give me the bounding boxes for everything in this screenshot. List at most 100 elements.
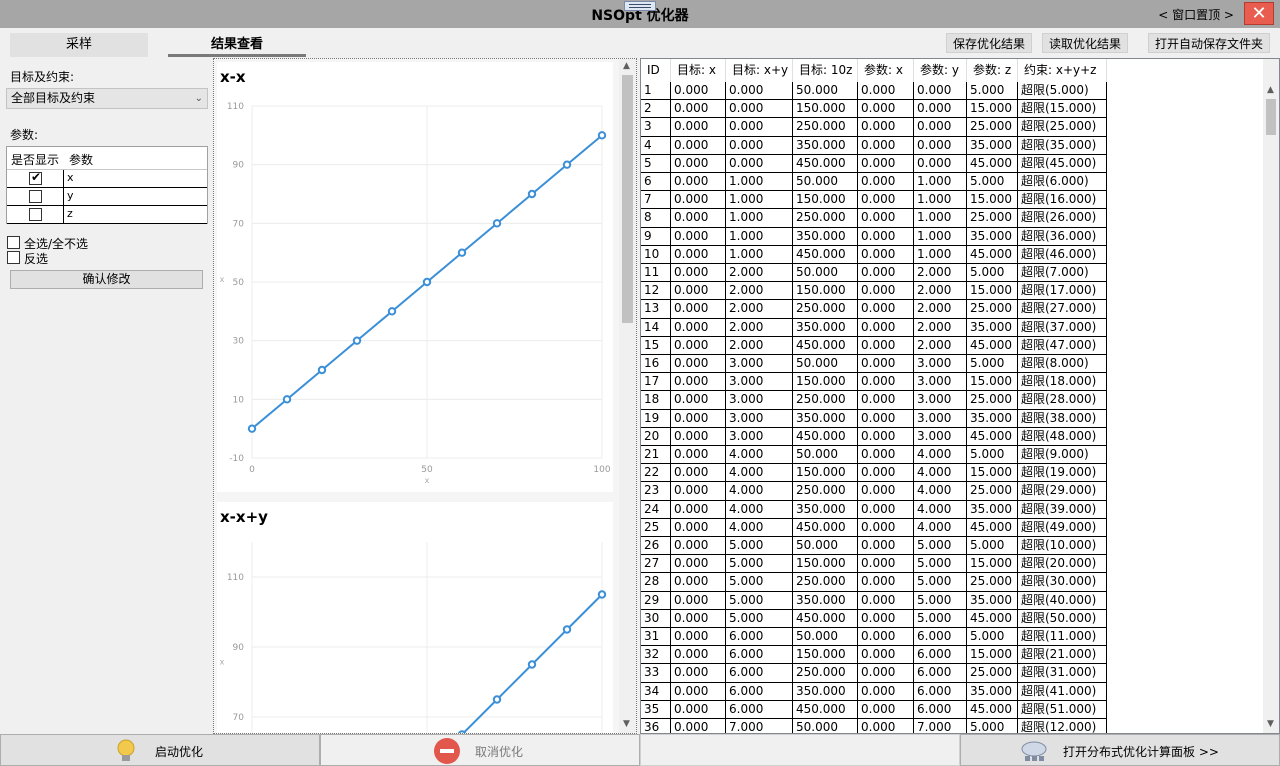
table-cell: 0.000: [671, 100, 726, 119]
table-cell: 250.000: [793, 664, 858, 683]
charts-scrollbar[interactable]: ▲ ▼: [619, 59, 636, 733]
table-row[interactable]: 24 0.000 4.000 350.000 0.000 4.000 35.000 超限(39…: [641, 500, 1107, 519]
table-cell: 0.000: [671, 264, 726, 283]
start-optimization-button[interactable]: 启动优化: [0, 734, 320, 766]
table-row[interactable]: 15 0.000 2.000 450.000 0.000 2.000 45.000 超限(47…: [641, 336, 1107, 355]
charts-scrollbar-thumb[interactable]: [622, 75, 633, 323]
data-point: [492, 219, 502, 228]
table-row[interactable]: 14 0.000 2.000 350.000 0.000 2.000 35.000 超限(37…: [641, 318, 1107, 337]
scroll-up-icon[interactable]: ▲: [623, 61, 630, 71]
bottom-spacer: [640, 734, 960, 766]
save-results-button[interactable]: 保存优化结果: [946, 33, 1033, 53]
plot-area: [458, 590, 607, 733]
table-row[interactable]: 31 0.000 6.000 50.000 0.000 6.000 5.000 超限(11.0…: [641, 628, 1107, 647]
table-scrollbar[interactable]: ▲ ▼: [1263, 59, 1279, 733]
table-scrollbar-thumb[interactable]: [1266, 99, 1276, 135]
table-row[interactable]: 30 0.000 5.000 450.000 0.000 5.000 45.000 超限(50…: [641, 609, 1107, 628]
param-row-x[interactable]: x: [7, 170, 207, 188]
objectives-select-value: 全部目标及约束: [11, 91, 96, 105]
column-header[interactable]: 目标: 10z: [793, 59, 858, 82]
table-cell: 250.000: [793, 573, 858, 592]
table-row[interactable]: 4 0.000 0.000 350.000 0.000 0.000 35.000 超限(35.…: [641, 136, 1107, 155]
table-row[interactable]: 34 0.000 6.000 350.000 0.000 6.000 35.000 超限(41…: [641, 682, 1107, 701]
tab-sampling[interactable]: 采样: [10, 33, 148, 57]
table-cell: 31: [641, 628, 671, 647]
table-cell: 超限(31.000): [1018, 664, 1107, 683]
table-cell: 0.000: [858, 355, 914, 374]
table-row[interactable]: 35 0.000 6.000 450.000 0.000 6.000 45.000 超限(51…: [641, 700, 1107, 719]
table-row[interactable]: 5 0.000 0.000 450.000 0.000 0.000 45.000 超限(45.…: [641, 154, 1107, 173]
scroll-up-icon[interactable]: ▲: [1267, 85, 1274, 95]
table-cell: 9: [641, 227, 671, 246]
cancel-optimization-button[interactable]: 取消优化: [320, 734, 640, 766]
table-row[interactable]: 11 0.000 2.000 50.000 0.000 2.000 5.000 超限(7.00…: [641, 264, 1107, 283]
table-cell: 0.000: [671, 282, 726, 301]
table-cell: 6.000: [914, 664, 967, 683]
objectives-select[interactable]: 全部目标及约束 ⌄: [6, 88, 208, 109]
param-y-checkbox[interactable]: [29, 190, 42, 203]
distributed-panel-button[interactable]: 打开分布式优化计算面板 >>: [960, 734, 1280, 766]
column-header[interactable]: 目标: x: [671, 59, 726, 82]
table-row[interactable]: 8 0.000 1.000 250.000 0.000 1.000 25.000 超限(26.…: [641, 209, 1107, 228]
table-row[interactable]: 9 0.000 1.000 350.000 0.000 1.000 35.000 超限(36.…: [641, 227, 1107, 246]
table-cell: 0.000: [671, 591, 726, 610]
table-row[interactable]: 25 0.000 4.000 450.000 0.000 4.000 45.000 超限(49…: [641, 518, 1107, 537]
table-row[interactable]: 10 0.000 1.000 450.000 0.000 1.000 45.000 超限(46…: [641, 245, 1107, 264]
table-cell: 250.000: [793, 391, 858, 410]
table-row[interactable]: 19 0.000 3.000 350.000 0.000 3.000 35.000 超限(38…: [641, 409, 1107, 428]
confirm-changes-button[interactable]: 确认修改: [10, 270, 203, 289]
load-results-button[interactable]: 读取优化结果: [1042, 33, 1129, 53]
table-row[interactable]: 26 0.000 5.000 50.000 0.000 5.000 5.000 超限(10.0…: [641, 537, 1107, 556]
table-row[interactable]: 23 0.000 4.000 250.000 0.000 4.000 25.000 超限(29…: [641, 482, 1107, 501]
table-cell: 0.000: [671, 373, 726, 392]
table-cell: 45.000: [967, 427, 1018, 446]
param-z-checkbox[interactable]: [29, 208, 42, 221]
param-row-z[interactable]: z: [7, 206, 207, 224]
table-row[interactable]: 27 0.000 5.000 150.000 0.000 5.000 15.000 超限(20…: [641, 555, 1107, 574]
table-row[interactable]: 1 0.000 0.000 50.000 0.000 0.000 5.000 超限(5.000…: [641, 82, 1107, 101]
column-header[interactable]: 目标: x+y: [726, 59, 793, 82]
pin-window-button[interactable]: < 窗口置顶 >: [1158, 6, 1234, 23]
open-autosave-folder-button[interactable]: 打开自动保存文件夹: [1148, 33, 1271, 53]
invert-selection-label[interactable]: 反选: [24, 250, 48, 267]
objectives-label: 目标及约束:: [10, 70, 75, 84]
table-cell: 150.000: [793, 191, 858, 210]
scroll-down-icon[interactable]: ▼: [1267, 719, 1274, 729]
table-row[interactable]: 16 0.000 3.000 50.000 0.000 3.000 5.000 超限(8.00…: [641, 355, 1107, 374]
tab-results[interactable]: 结果查看: [168, 33, 306, 57]
invert-selection-checkbox[interactable]: [7, 251, 20, 264]
param-x-checkbox[interactable]: [29, 170, 42, 185]
close-button[interactable]: ✕: [1244, 2, 1274, 25]
select-all-checkbox[interactable]: [7, 236, 20, 249]
table-row[interactable]: 22 0.000 4.000 150.000 0.000 4.000 15.000 超限(19…: [641, 464, 1107, 483]
table-row[interactable]: 6 0.000 1.000 50.000 0.000 1.000 5.000 超限(6.000…: [641, 173, 1107, 192]
table-row[interactable]: 2 0.000 0.000 150.000 0.000 0.000 15.000 超限(15.…: [641, 100, 1107, 119]
table-cell: 29: [641, 591, 671, 610]
table-row[interactable]: 21 0.000 4.000 50.000 0.000 4.000 5.000 超限(9.00…: [641, 446, 1107, 465]
column-header[interactable]: 约束: x+y+z: [1018, 59, 1107, 82]
drag-grip-icon[interactable]: [624, 1, 656, 11]
table-row[interactable]: 17 0.000 3.000 150.000 0.000 3.000 15.000 超限(18…: [641, 373, 1107, 392]
table-row[interactable]: 20 0.000 3.000 450.000 0.000 3.000 45.000 超限(48…: [641, 427, 1107, 446]
table-row[interactable]: 28 0.000 5.000 250.000 0.000 5.000 25.000 超限(30…: [641, 573, 1107, 592]
table-row[interactable]: 18 0.000 3.000 250.000 0.000 3.000 25.000 超限(28…: [641, 391, 1107, 410]
table-cell: 350.000: [793, 591, 858, 610]
table-row[interactable]: 32 0.000 6.000 150.000 0.000 6.000 15.000 超限(21…: [641, 646, 1107, 665]
table-cell: 23: [641, 482, 671, 501]
table-row[interactable]: 36 0.000 7.000 50.000 0.000 7.000 5.000 超限(12.0…: [641, 719, 1107, 733]
column-header[interactable]: 参数: x: [858, 59, 914, 82]
table-row[interactable]: 29 0.000 5.000 350.000 0.000 5.000 35.000 超限(40…: [641, 591, 1107, 610]
column-header[interactable]: ID: [641, 59, 671, 82]
table-row[interactable]: 12 0.000 2.000 150.000 0.000 2.000 15.000 超限(17…: [641, 282, 1107, 301]
column-header[interactable]: 参数: z: [967, 59, 1018, 82]
table-cell: 0.000: [671, 191, 726, 210]
param-row-y[interactable]: y: [7, 188, 207, 206]
table-row[interactable]: 13 0.000 2.000 250.000 0.000 2.000 25.000 超限(27…: [641, 300, 1107, 319]
column-header[interactable]: 参数: y: [914, 59, 967, 82]
table-row[interactable]: 7 0.000 1.000 150.000 0.000 1.000 15.000 超限(16.…: [641, 191, 1107, 210]
table-cell: 超限(26.000): [1018, 209, 1107, 228]
table-row[interactable]: 3 0.000 0.000 250.000 0.000 0.000 25.000 超限(25.…: [641, 118, 1107, 137]
table-cell: 2.000: [914, 318, 967, 337]
table-row[interactable]: 33 0.000 6.000 250.000 0.000 6.000 25.000 超限(31…: [641, 664, 1107, 683]
scroll-down-icon[interactable]: ▼: [623, 719, 630, 729]
